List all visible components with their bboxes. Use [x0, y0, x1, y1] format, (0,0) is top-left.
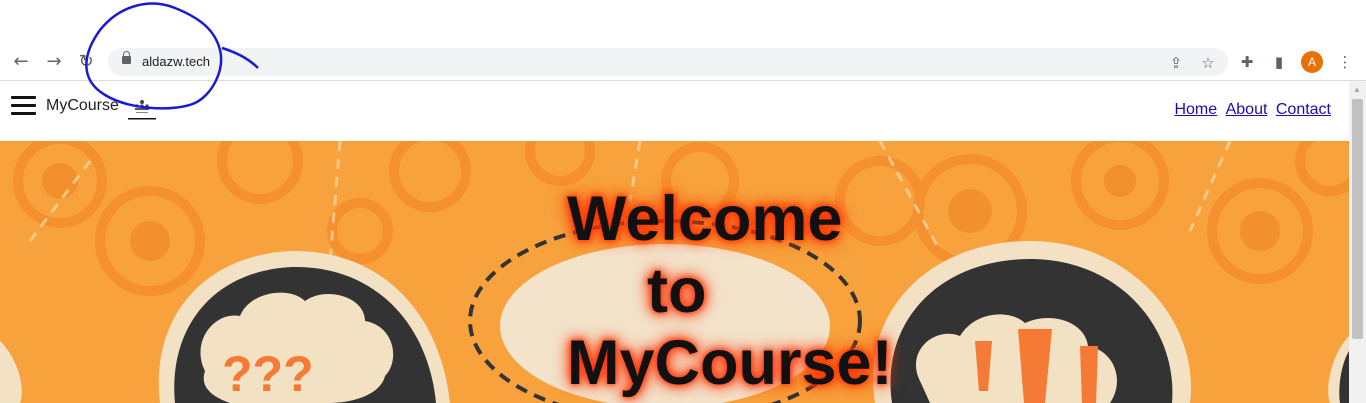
lock-icon[interactable]: [122, 51, 131, 64]
menu-kebab-icon[interactable]: ⋮: [1335, 52, 1355, 72]
nav-links: Home About Contact: [1170, 101, 1331, 119]
hero-title: Welcome to MyCourse!: [567, 183, 907, 399]
hero-title-line3: MyCourse!: [567, 328, 893, 398]
nav-link-home[interactable]: Home: [1174, 101, 1217, 118]
share-icon[interactable]: ⇪: [1166, 53, 1186, 73]
profile-avatar[interactable]: A: [1301, 51, 1323, 73]
star-icon[interactable]: ☆: [1198, 53, 1218, 73]
tab-strip: [0, 0, 1366, 44]
back-icon[interactable]: ←: [11, 52, 31, 72]
reload-icon[interactable]: ↻: [76, 52, 96, 72]
address-bar[interactable]: aldazw.tech ⇪ ☆: [108, 48, 1228, 76]
scroll-up-icon[interactable]: ▲: [1353, 85, 1361, 94]
hamburger-menu-icon[interactable]: [11, 96, 36, 116]
web-page: MyCourse Home About Contact ??? !!! Welc…: [0, 81, 1349, 403]
nav-link-contact[interactable]: Contact: [1276, 101, 1331, 118]
browser-toolbar: ← → ↻ aldazw.tech ⇪ ☆ ✚ ▮ A ⋮: [0, 44, 1366, 81]
scrollbar-thumb[interactable]: [1352, 99, 1363, 339]
nav-link-about[interactable]: About: [1226, 101, 1268, 118]
site-logo-icon: [128, 100, 156, 120]
page-scrollbar[interactable]: ▲: [1349, 81, 1366, 403]
hero-banner: ??? !!! Welcome to MyCourse!: [0, 141, 1349, 403]
extensions-icon[interactable]: ✚: [1237, 52, 1257, 72]
forward-icon[interactable]: →: [44, 52, 64, 72]
site-navbar: MyCourse Home About Contact: [0, 81, 1349, 141]
site-brand[interactable]: MyCourse: [46, 97, 119, 115]
left-bubble-question-marks: ???: [222, 346, 314, 402]
side-panel-icon[interactable]: ▮: [1269, 52, 1289, 72]
hero-title-line1: Welcome: [567, 184, 843, 254]
url-text[interactable]: aldazw.tech: [142, 54, 210, 69]
hero-title-line2: to: [647, 256, 707, 326]
